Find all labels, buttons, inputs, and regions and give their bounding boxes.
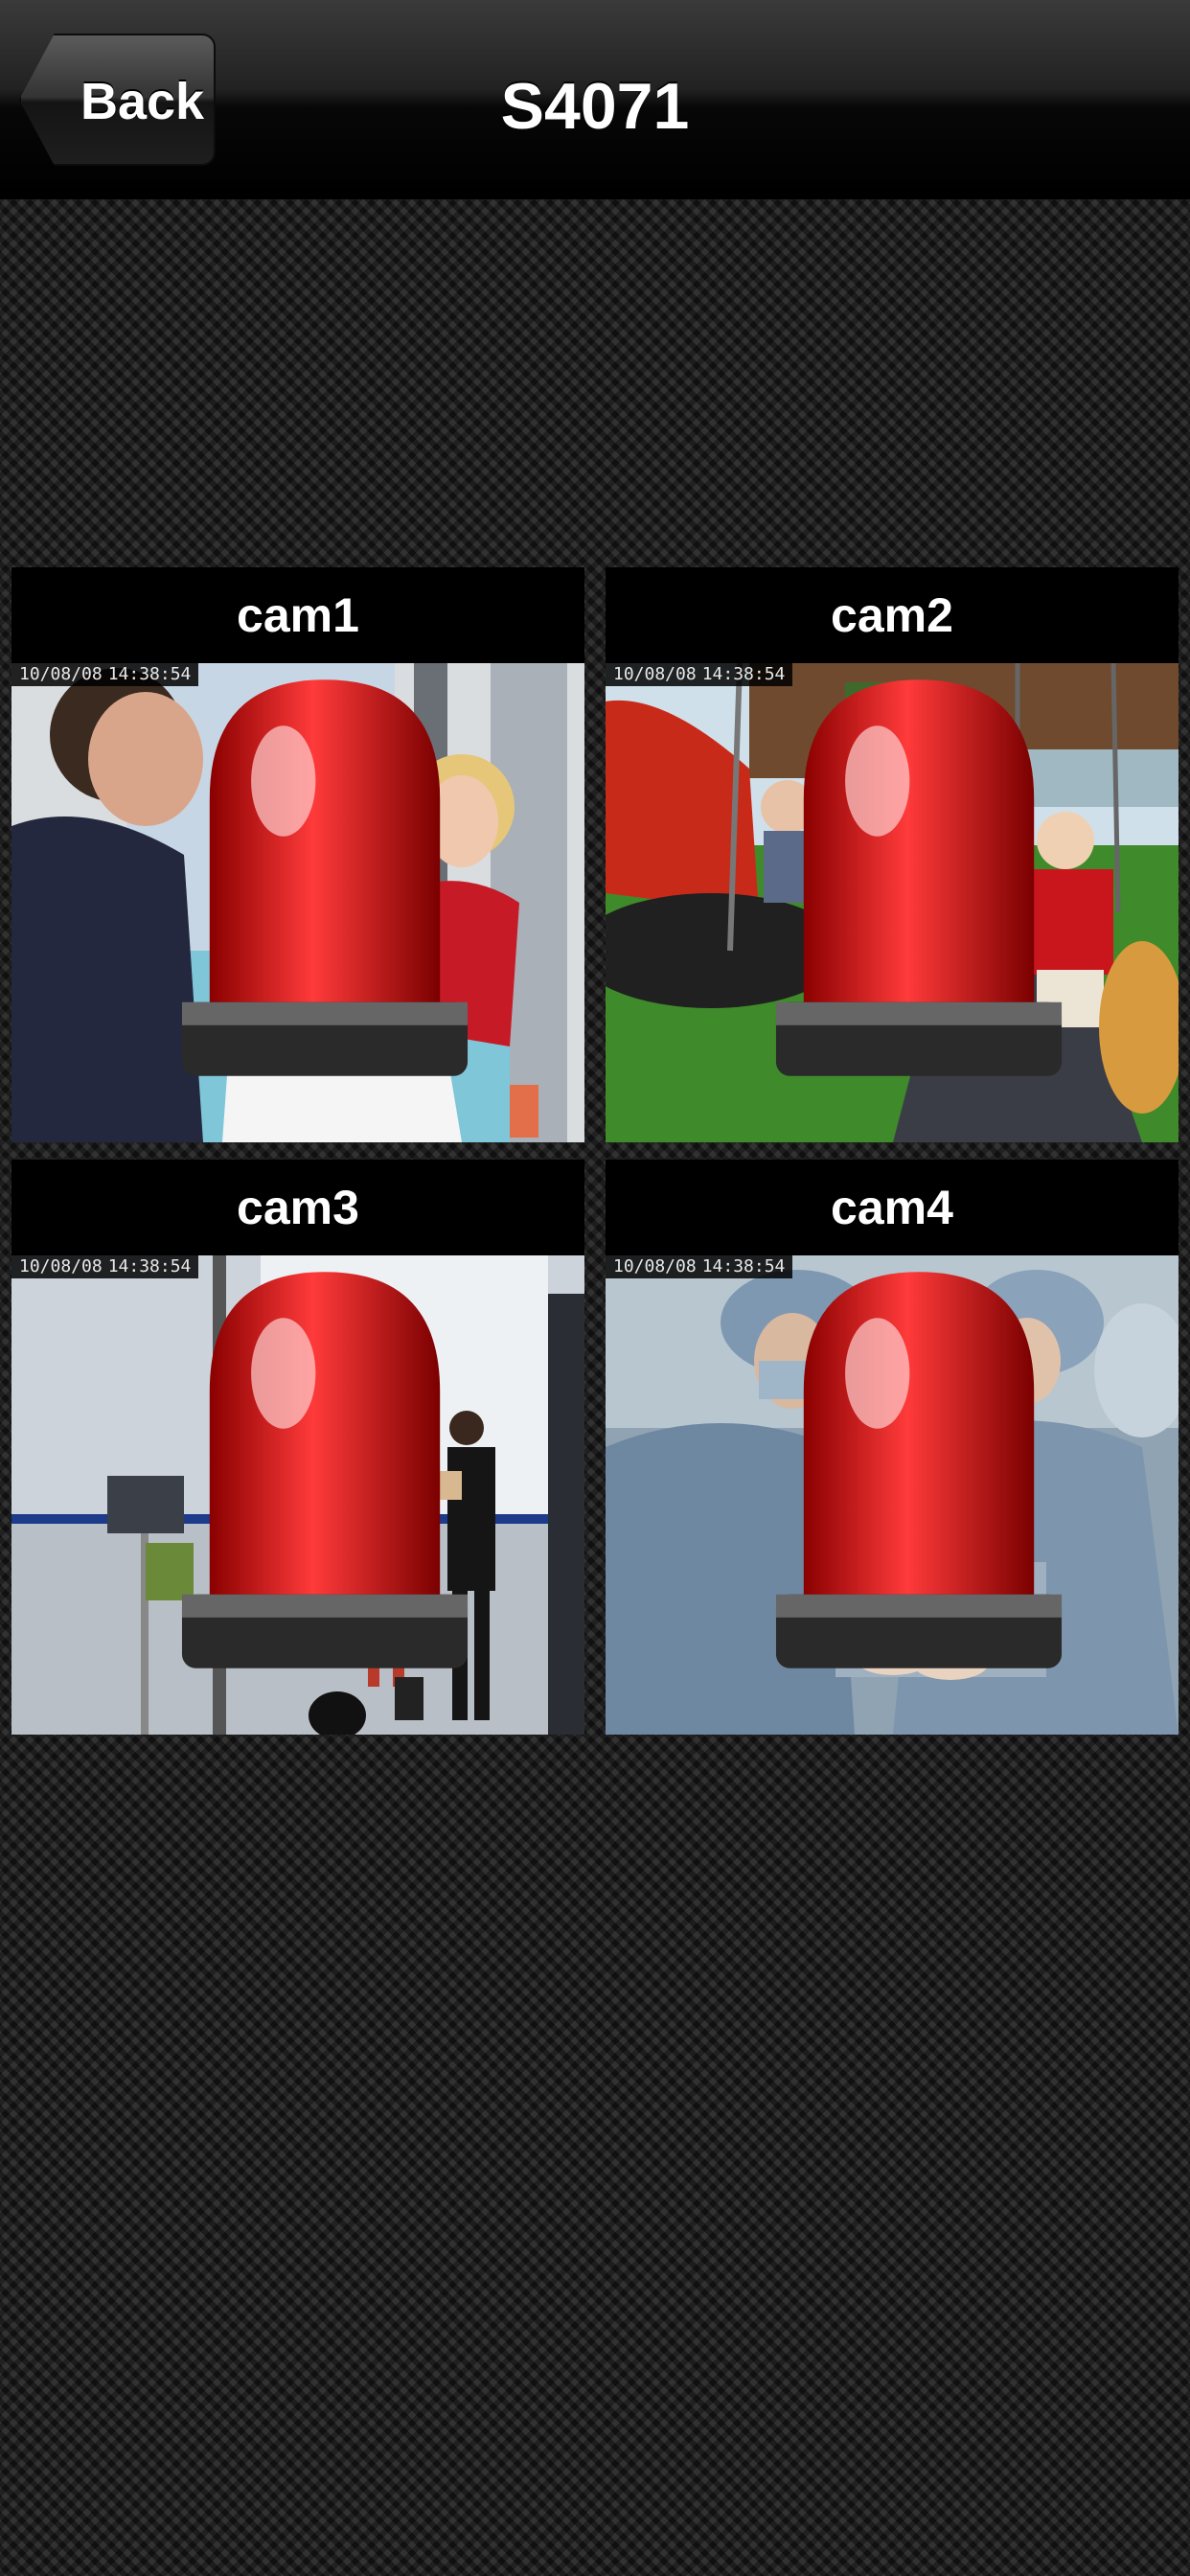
camera-label: cam2	[831, 588, 953, 642]
alarm-siren-icon[interactable]	[38, 1255, 584, 1733]
camera-label: cam3	[237, 1181, 359, 1234]
camera-label: cam1	[237, 588, 359, 642]
navigation-bar: Back S4071	[0, 0, 1190, 199]
camera-feed[interactable]: 10/08/08 14:38:54	[11, 663, 584, 1142]
camera-feed[interactable]: 10/08/08 14:38:54	[606, 663, 1179, 1142]
camera-tile-cam4[interactable]: cam4 10/08/08 14:38:54	[606, 1160, 1179, 1735]
alarm-siren-icon[interactable]	[632, 1255, 1179, 1733]
camera-tile-cam2[interactable]: cam2 10/08/08 14:38:54	[606, 567, 1179, 1142]
camera-label: cam4	[831, 1181, 953, 1234]
camera-tile-cam3[interactable]: cam3 10/08/08 14:38:54	[11, 1160, 584, 1735]
alarm-siren-icon[interactable]	[632, 663, 1179, 1140]
camera-feed[interactable]: 10/08/08 14:38:54	[11, 1255, 584, 1735]
camera-grid: cam1 10/08/08 14:38:54 cam2 10/08/08 14:…	[11, 567, 1179, 1735]
camera-feed[interactable]: 10/08/08 14:38:54	[606, 1255, 1179, 1735]
camera-tile-cam1[interactable]: cam1 10/08/08 14:38:54	[11, 567, 584, 1142]
alarm-siren-icon[interactable]	[38, 663, 584, 1140]
page-title: S4071	[500, 70, 690, 143]
